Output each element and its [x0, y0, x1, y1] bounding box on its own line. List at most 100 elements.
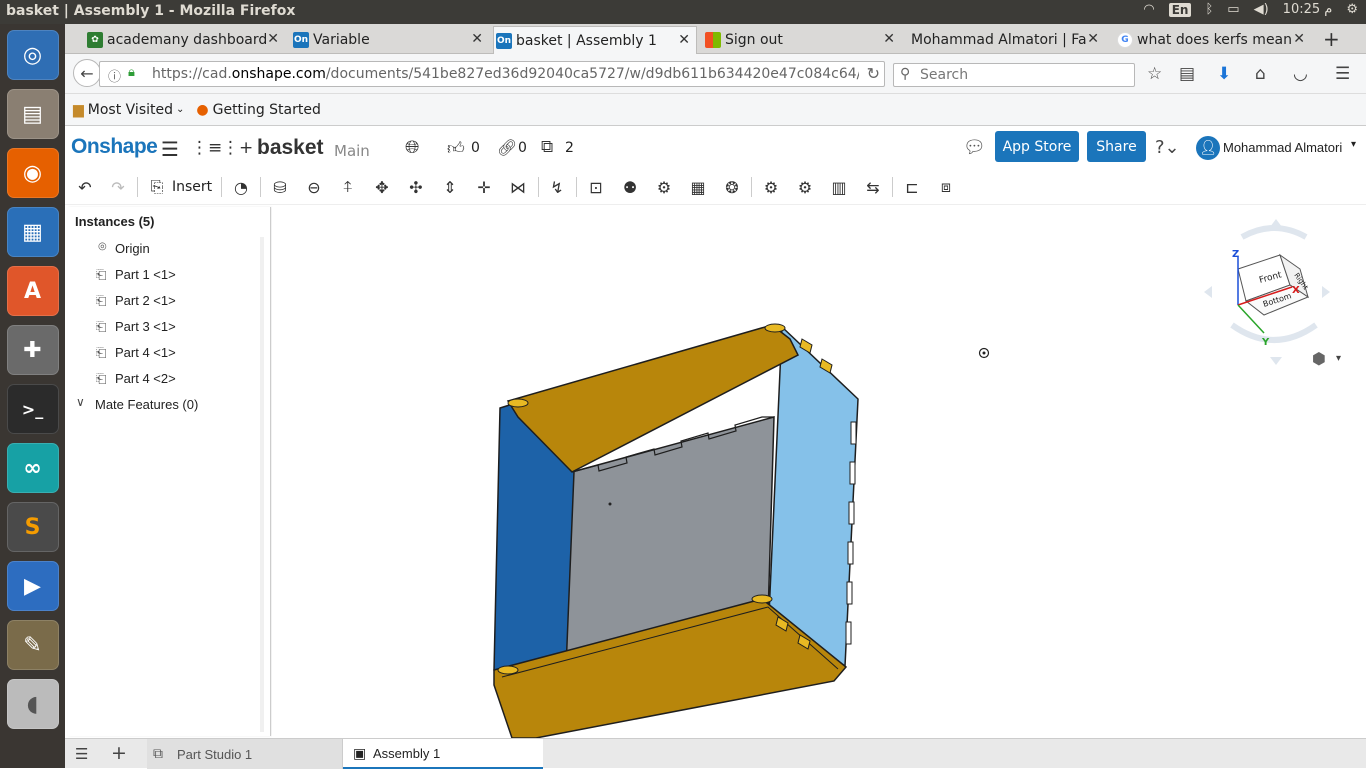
menu-icon[interactable]: ☰ [161, 137, 179, 161]
cylindrical-mate-icon[interactable]: ✣ [406, 177, 426, 197]
tab-variable[interactable]: On Variable ✕ [291, 26, 489, 54]
parallel-mate-icon[interactable]: ⋈ [508, 177, 528, 197]
terminal-icon[interactable]: >_ [6, 384, 59, 434]
user-name[interactable]: Mohammad Almatori [1223, 140, 1342, 155]
measure-icon[interactable]: ⊏ [902, 177, 922, 197]
ball-mate-icon[interactable]: ✛ [474, 177, 494, 197]
bluetooth-icon[interactable]: ᛒ [1205, 2, 1213, 17]
arduino-icon[interactable]: ∞ [6, 443, 59, 493]
pin-slot-mate-icon[interactable]: ⇕ [440, 177, 460, 197]
tab-google-search[interactable]: G what does kerfs mean ✕ [1115, 26, 1311, 54]
tangent-mate-icon[interactable]: ↯ [547, 177, 567, 197]
gimp-icon[interactable]: ✎ [6, 620, 59, 670]
volume-icon[interactable]: ◀) [1254, 2, 1269, 17]
versions-icon[interactable]: ⋮≡ [191, 138, 222, 158]
arrow-up-icon[interactable] [1270, 219, 1282, 227]
files-icon[interactable]: ▤ [6, 89, 59, 139]
document-name[interactable]: basket [257, 136, 324, 160]
replicate-icon[interactable]: ◔ [231, 177, 251, 197]
close-tab-icon[interactable]: ✕ [1087, 31, 1099, 47]
ubuntu-icon[interactable]: ◎ [6, 30, 59, 80]
tab-part-studio[interactable]: ⧉ Part Studio 1 [147, 739, 343, 769]
onshape-logo[interactable]: Onshape [71, 135, 158, 159]
close-tab-icon[interactable]: ✕ [883, 31, 895, 47]
url-bar[interactable]: ⓘ 🔒︎ https://cad. onshape.com/documents/5… [99, 61, 885, 87]
app-store-button[interactable]: App Store [995, 131, 1079, 162]
arrow-down-icon[interactable] [1270, 357, 1282, 365]
rack-pinion-icon[interactable]: ⚙ [795, 177, 815, 197]
bookmark-getting-started[interactable]: Getting Started [213, 102, 321, 118]
like-icon[interactable]: 👍︎ [447, 138, 465, 159]
globe-icon[interactable]: 🌐︎ [405, 137, 419, 158]
insert-button[interactable]: Insert [172, 179, 212, 195]
add-tab-icon[interactable]: + [111, 742, 127, 764]
revolute-mate-icon[interactable]: ⊖ [304, 177, 324, 197]
linear-relation-icon[interactable]: ⇆ [863, 177, 883, 197]
linear-pattern-icon[interactable]: ▦ [688, 177, 708, 197]
share-button[interactable]: Share [1087, 131, 1146, 162]
instances-header[interactable]: Instances (5) [75, 214, 154, 229]
bookmark-most-visited[interactable]: Most Visited [88, 102, 173, 118]
circular-pattern-icon[interactable]: ❂ [722, 177, 742, 197]
gear-relation-icon[interactable]: ⚙ [761, 177, 781, 197]
close-tab-icon[interactable]: ✕ [267, 31, 279, 47]
copy-icon[interactable]: ⧉ [541, 137, 553, 157]
info-icon[interactable]: ⓘ [108, 66, 121, 85]
tab-academany[interactable]: ✿ academany dashboard ✕ [85, 26, 285, 54]
help-icon[interactable]: ?⌄ [1155, 137, 1180, 158]
home-icon[interactable]: ⌂ [1255, 64, 1266, 84]
search-input[interactable]: ⚲ Search [893, 63, 1135, 87]
chevron-down-icon[interactable]: ▾ [1336, 353, 1341, 364]
media-player-icon[interactable]: ▶ [6, 561, 59, 611]
arrow-right-icon[interactable] [1322, 286, 1330, 298]
hamburger-menu-icon[interactable]: ☰ [1335, 64, 1350, 84]
tree-item-part[interactable]: Part 2 <1> [115, 293, 176, 308]
view-cube[interactable]: Front Right Bottom Z X Y [1202, 217, 1332, 367]
comment-icon[interactable]: 💬︎ [963, 137, 986, 158]
bookmark-star-icon[interactable]: ☆ [1147, 64, 1162, 84]
slider-mate-icon[interactable]: ⍏ [338, 177, 358, 197]
reading-list-icon[interactable]: ▤ [1179, 64, 1195, 84]
pocket-icon[interactable]: ◡ [1293, 64, 1308, 84]
panel-scrollbar[interactable] [260, 237, 264, 732]
mouse-icon[interactable]: ◖ [6, 679, 59, 729]
tree-item-part[interactable]: Part 3 <1> [115, 319, 176, 334]
avatar[interactable]: 👤︎ [1196, 136, 1220, 160]
clock[interactable]: 10:25 م [1283, 2, 1333, 17]
close-tab-icon[interactable]: ✕ [678, 32, 690, 48]
explode-view-icon[interactable]: ⧈ [936, 177, 956, 197]
tab-manager-icon[interactable]: ☰ [75, 745, 88, 763]
rotate-arc-icon[interactable] [1240, 225, 1308, 240]
software-center-icon[interactable]: A [6, 266, 59, 316]
chevron-down-icon[interactable]: ∨ [76, 395, 85, 409]
graphics-canvas[interactable]: Front Right Bottom Z X Y ⬢ ▾ [272, 207, 1366, 739]
reload-icon[interactable]: ↻ [858, 64, 880, 83]
tab-basket-assembly[interactable]: On basket | Assembly 1 ✕ [493, 26, 697, 54]
planar-mate-icon[interactable]: ✥ [372, 177, 392, 197]
group-icon[interactable]: ⊡ [586, 177, 606, 197]
undo-icon[interactable]: ↶ [75, 177, 95, 197]
arrow-left-icon[interactable] [1204, 286, 1212, 298]
close-tab-icon[interactable]: ✕ [1293, 31, 1305, 47]
tree-item-origin[interactable]: Origin [115, 241, 150, 256]
close-tab-icon[interactable]: ✕ [471, 31, 483, 47]
view-options-cube-icon[interactable]: ⬢ [1312, 349, 1326, 368]
battery-icon[interactable]: ▭ [1227, 2, 1239, 17]
chevron-down-icon[interactable]: ▾ [1351, 139, 1356, 150]
settings-icon[interactable]: ✚ [6, 325, 59, 375]
writer-icon[interactable]: ▦ [6, 207, 59, 257]
tab-sign-out[interactable]: Sign out ✕ [703, 26, 901, 54]
tree-item-part[interactable]: Part 1 <1> [115, 267, 176, 282]
firefox-icon[interactable]: ◉ [6, 148, 59, 198]
redo-icon[interactable]: ↷ [108, 177, 128, 197]
fastened-mate-icon[interactable]: ⛁ [270, 177, 290, 197]
add-icon[interactable]: ⋮+ [222, 138, 253, 158]
tree-item-part[interactable]: Part 4 <2> [115, 371, 176, 386]
sublime-icon[interactable]: S [6, 502, 59, 552]
tree-item-mate-features[interactable]: Mate Features (0) [95, 397, 198, 412]
link-icon[interactable]: 🔗︎ [497, 138, 517, 157]
rotate-arc-icon[interactable] [1230, 322, 1318, 343]
downloads-icon[interactable]: ⬇ [1217, 64, 1231, 84]
screw-relation-icon[interactable]: ▥ [829, 177, 849, 197]
chevron-down-icon[interactable]: ⌄ [176, 104, 184, 115]
